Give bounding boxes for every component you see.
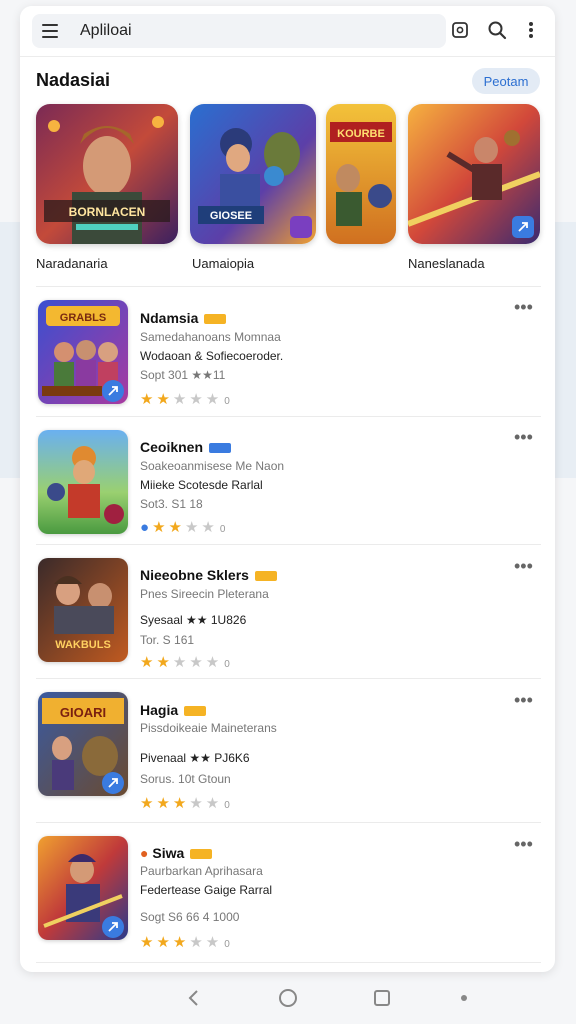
menu-icon[interactable] <box>42 24 58 38</box>
rating-stars-5: ★★★★★ 0 <box>140 934 230 951</box>
featured-card-2[interactable]: GIOSEE <box>190 104 316 244</box>
app-icon-4[interactable]: GIOARI <box>38 692 128 796</box>
app-icon-2[interactable] <box>38 430 128 534</box>
app-art-text-1: GRABLS <box>60 312 106 324</box>
tag-badge <box>190 849 213 860</box>
featured-art-text-1: BORNLACEN <box>69 205 146 219</box>
more-options-icon[interactable]: ••• <box>514 298 533 316</box>
featured-label-4: Naneslanada <box>408 256 485 271</box>
app-line-4b: Pivenaal ★★ PJ6K6 <box>140 751 250 765</box>
tag-badge <box>254 571 277 582</box>
search-bar[interactable]: Apliloai <box>32 14 446 48</box>
app-window: Apliloai Nadasiai Peotam BORNLACEN Narad… <box>20 6 555 972</box>
featured-play-icon <box>512 216 534 238</box>
divider <box>36 822 541 823</box>
app-icon-5[interactable] <box>38 836 128 940</box>
more-options-icon[interactable]: ••• <box>514 691 533 709</box>
featured-badge-icon <box>290 216 312 238</box>
app-title-4[interactable]: Hagia <box>140 702 207 718</box>
app-line-5c: Sogt S6 66 4 1000 <box>140 910 240 924</box>
featured-label-2: Uamaiopia <box>192 256 255 271</box>
more-options-icon[interactable]: ••• <box>514 557 533 575</box>
rating-stars-1: ★★★★★ 0 <box>140 391 230 408</box>
search-icon[interactable] <box>485 18 509 42</box>
top-app-bar: Apliloai <box>20 6 555 57</box>
featured-card-4[interactable] <box>408 104 540 244</box>
app-line-1a: Samedahanoans Momnaa <box>140 330 281 344</box>
app-line-1c: Sopt 301 ★★11 <box>140 368 226 382</box>
featured-art-text-2: GIOSEE <box>210 210 252 222</box>
tag-badge <box>209 443 232 454</box>
app-line-3a: Pnes Sireecin Pleterana <box>140 587 269 601</box>
app-line-2a: Soakeoanmisese Me Naon <box>140 459 285 473</box>
app-play-icon <box>102 772 124 794</box>
app-play-icon <box>102 380 124 402</box>
featured-label-1: Naradanaria <box>36 256 108 271</box>
tag-badge <box>184 706 207 717</box>
app-line-4a: Pissdoikeaie Maineterans <box>140 721 277 735</box>
divider <box>36 678 541 679</box>
app-art-text-3: WAKBULS <box>55 639 111 651</box>
app-title-3[interactable]: Nieeobne Sklers <box>140 567 277 583</box>
back-icon[interactable] <box>182 986 206 1010</box>
dot-icon <box>452 986 476 1010</box>
app-title-2[interactable]: Ceoiknen <box>140 439 232 455</box>
more-options-icon[interactable]: ••• <box>514 428 533 446</box>
divider <box>36 286 541 287</box>
app-line-4c: Sorus. 10t Gtoun <box>140 772 231 786</box>
app-line-3b: Syesaal ★★ 1U826 <box>140 613 247 627</box>
app-art-text-4: GIOARI <box>60 705 106 720</box>
app-line-3c: Tor. S 161 <box>140 633 195 647</box>
recents-icon[interactable] <box>370 986 394 1010</box>
app-icon-1[interactable]: GRABLS <box>38 300 128 404</box>
app-icon-3[interactable]: WAKBULS <box>38 558 128 662</box>
system-nav-bar <box>0 972 576 1024</box>
rating-stars-2: ●★★★★ 0 <box>140 519 226 536</box>
tag-badge <box>204 314 227 325</box>
app-line-2c: Sot3. S1 18 <box>140 497 203 511</box>
app-line-5b: Federtease Gaige Rarral <box>140 883 273 897</box>
home-icon[interactable] <box>276 986 300 1010</box>
rating-stars-4: ★★★★★ 0 <box>140 795 230 812</box>
lock-icon[interactable] <box>448 18 472 42</box>
app-line-2b: Miieke Scotesde Rarlal <box>140 478 263 492</box>
rating-stars-3: ★★★★★ 0 <box>140 654 230 671</box>
app-line-1b: Wodaoan & Sofiecoeroder. <box>140 349 284 363</box>
featured-card-3[interactable]: KOURBE <box>326 104 396 244</box>
search-input[interactable]: Apliloai <box>80 22 132 40</box>
featured-art-text-3: KOURBE <box>337 128 385 140</box>
app-title-1[interactable]: Ndamsia <box>140 310 227 326</box>
app-play-icon <box>102 916 124 938</box>
app-title-5[interactable]: ● Siwa <box>140 845 213 861</box>
see-all-button[interactable]: Peotam <box>472 68 540 94</box>
featured-card-1[interactable]: BORNLACEN <box>36 104 178 244</box>
divider <box>36 544 541 545</box>
more-options-icon[interactable]: ••• <box>514 835 533 853</box>
divider <box>36 962 541 963</box>
divider <box>36 416 541 417</box>
app-line-5a: Paurbarkan Aprihasara <box>140 864 263 878</box>
more-vert-icon[interactable] <box>519 18 543 42</box>
section-title: Nadasiai <box>36 70 111 90</box>
